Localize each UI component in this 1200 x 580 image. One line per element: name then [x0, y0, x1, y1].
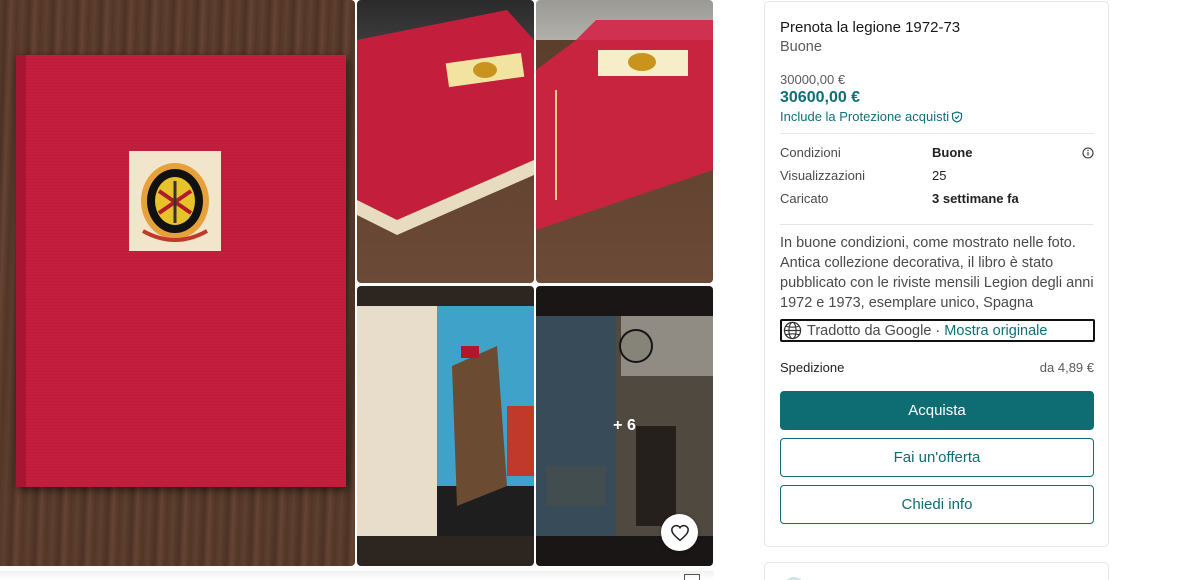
separator: · — [931, 322, 945, 339]
detail-row-uploaded: Caricato 3 settimane fa — [780, 189, 1094, 212]
shield-check-icon — [952, 110, 963, 123]
item-description: In buone condizioni, come mostrato nelle… — [780, 235, 1094, 311]
photo-book-angle[interactable] — [357, 0, 534, 283]
heart-icon — [670, 524, 689, 541]
bottom-bar-icon — [684, 574, 700, 580]
item-condition-summary: Buone — [780, 39, 822, 55]
detail-value: 25 — [932, 168, 947, 183]
bottom-bar-shadow — [0, 571, 714, 580]
divider — [780, 133, 1094, 134]
photo-main[interactable] — [0, 0, 355, 566]
buyer-protection-link[interactable]: Include la Protezione acquisti — [780, 109, 963, 124]
detail-label: Visualizzazioni — [780, 168, 866, 183]
photo-gallery: + 6 — [0, 0, 714, 566]
translated-by-label: Tradotto da Google — [807, 322, 932, 339]
ask-info-button[interactable]: Chiedi info — [780, 485, 1094, 524]
info-icon[interactable] — [1082, 147, 1094, 159]
book-cover — [16, 55, 346, 487]
buyer-protection-label: Include la Protezione acquisti — [780, 109, 950, 124]
book-emblem — [129, 151, 221, 251]
item-title: Prenota la legione 1972-73 — [780, 19, 961, 36]
globe-icon — [783, 321, 802, 340]
detail-row-views: Visualizzazioni 25 — [780, 166, 1094, 189]
detail-label: Caricato — [780, 191, 829, 206]
shipping-value: da 4,89 € — [1039, 360, 1094, 375]
make-offer-button[interactable]: Fai un'offerta — [780, 438, 1094, 477]
divider — [780, 224, 1094, 225]
book-edge — [16, 55, 26, 487]
listing-page: + 6 Prenota la legione 1972-73 Buone 300… — [0, 0, 1200, 580]
translation-notice: Tradotto da Google · Mostra originale — [780, 319, 1095, 342]
show-original-link[interactable]: Mostra originale — [944, 323, 1047, 339]
detail-value: 3 settimane fa — [932, 191, 1019, 206]
item-price: 30000,00 € — [780, 72, 846, 87]
shipping-row: Spedizione da 4,89 € — [780, 359, 1094, 377]
photo-book-spine[interactable] — [536, 0, 713, 283]
buy-button[interactable]: Acquista — [780, 391, 1094, 430]
more-photos-label: + 6 — [613, 417, 636, 434]
item-total-price: 30600,00 € — [780, 89, 861, 106]
shipping-label: Spedizione — [780, 360, 845, 375]
detail-value: Buone — [932, 145, 973, 160]
detail-label: Condizioni — [780, 145, 841, 160]
photo-magazine-open[interactable] — [357, 286, 534, 566]
seller-card — [764, 562, 1109, 580]
listing-details-card: Prenota la legione 1972-73 Buone 30000,0… — [764, 1, 1109, 547]
favourite-button[interactable] — [661, 514, 698, 551]
detail-row-condition: Condizioni Buone — [780, 143, 1094, 166]
item-details-list: Condizioni Buone Visualizzazioni 25 Cari… — [780, 143, 1094, 212]
